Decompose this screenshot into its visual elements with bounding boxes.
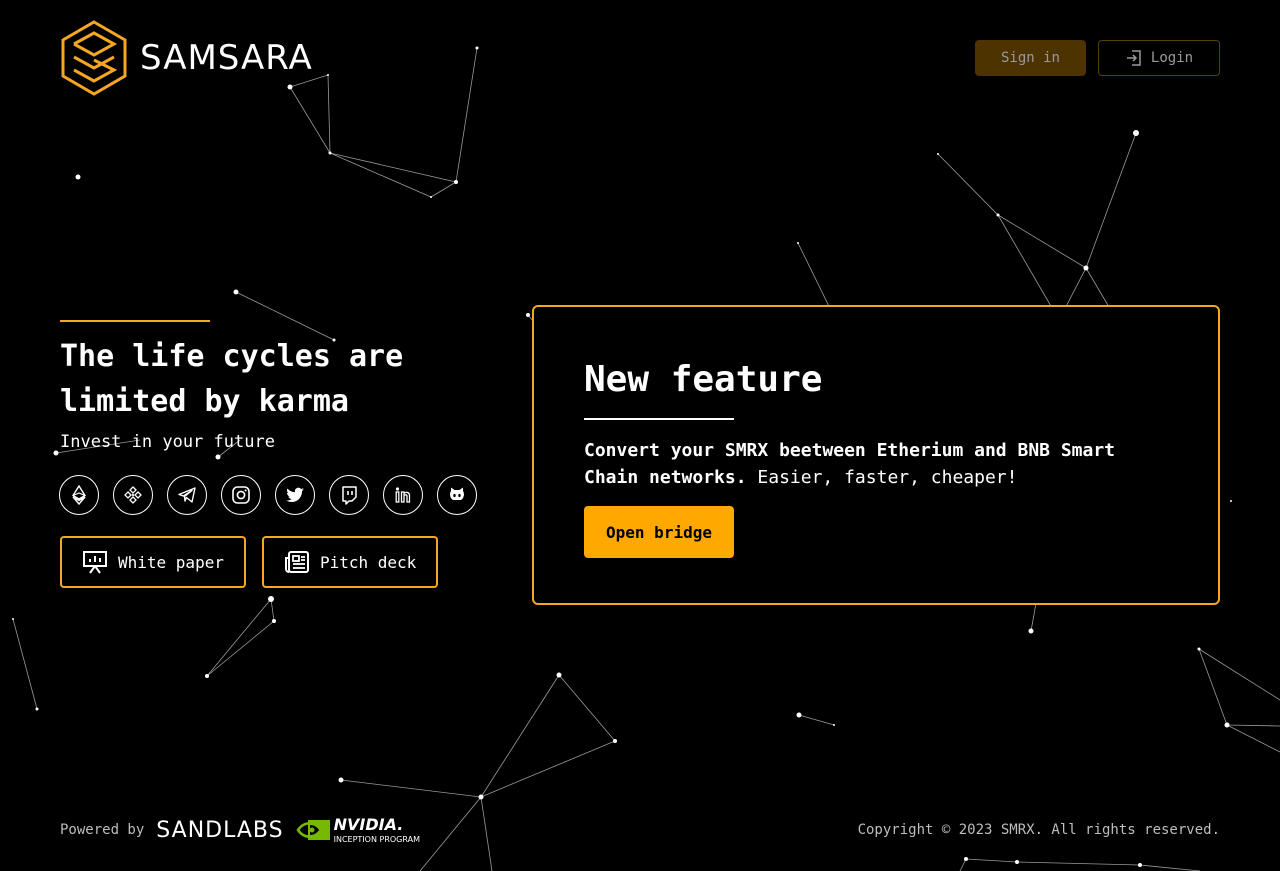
twitch-icon: [342, 486, 357, 505]
feature-description-rest: Easier, faster, cheaper!: [746, 467, 1018, 488]
twitch-link[interactable]: [329, 475, 369, 515]
twitter-link[interactable]: [275, 475, 315, 515]
copyright: Copyright © 2023 SMRX. All rights reserv…: [857, 822, 1220, 838]
hero-accent-rule: [60, 320, 210, 322]
ethereum-link[interactable]: [59, 475, 99, 515]
samsara-logo-icon: [61, 20, 127, 96]
hero-subtitle: Invest in your future: [60, 432, 275, 452]
binance-link[interactable]: [113, 475, 153, 515]
login-icon: [1126, 50, 1141, 66]
powered-by-label: Powered by: [60, 822, 145, 838]
white-paper-label: White paper: [118, 552, 224, 572]
newspaper-icon: [284, 551, 309, 573]
telegram-icon: [178, 487, 196, 503]
nvidia-eye-icon: [296, 820, 330, 840]
login-button[interactable]: Login: [1098, 40, 1220, 76]
ethereum-icon: [72, 485, 86, 505]
sign-in-button[interactable]: Sign in: [975, 40, 1086, 76]
powered-by: Powered by SANDLABS NVIDIA. INCEPTION PR…: [60, 812, 420, 848]
brand-logo[interactable]: SAMSARA: [60, 20, 313, 96]
pitch-deck-button[interactable]: Pitch deck: [261, 536, 439, 588]
sandlabs-logo[interactable]: SANDLABS: [156, 818, 283, 843]
feature-description: Convert your SMRX beetween Etherium and …: [584, 437, 1164, 491]
document-links: White paper Pitch deck: [60, 536, 439, 588]
header-actions: Sign in Login: [975, 40, 1220, 76]
feature-rule: [584, 418, 734, 420]
open-bridge-button[interactable]: Open bridge: [584, 506, 734, 558]
pitch-deck-label: Pitch deck: [319, 552, 417, 572]
instagram-icon: [232, 486, 250, 504]
github-icon: [450, 487, 464, 500]
linkedin-icon: [395, 487, 411, 503]
github-link[interactable]: [437, 475, 477, 515]
telegram-link[interactable]: [167, 475, 207, 515]
instagram-link[interactable]: [221, 475, 261, 515]
feature-card: New feature Convert your SMRX beetween E…: [532, 305, 1220, 605]
brand-name: SAMSARA: [140, 38, 313, 78]
login-label: Login: [1150, 50, 1194, 66]
social-links: [59, 475, 477, 515]
white-paper-button[interactable]: White paper: [60, 536, 246, 588]
feature-title: New feature: [584, 359, 823, 400]
twitter-icon: [286, 487, 304, 503]
nvidia-program: INCEPTION PROGRAM: [333, 834, 420, 844]
linkedin-link[interactable]: [383, 475, 423, 515]
hero-title: The life cycles are limited by karma: [60, 339, 404, 419]
nvidia-name: NVIDIA.: [333, 814, 404, 834]
presentation-icon: [83, 551, 107, 574]
nvidia-inception-logo[interactable]: NVIDIA. INCEPTION PROGRAM: [296, 814, 420, 844]
binance-icon: [124, 486, 142, 504]
